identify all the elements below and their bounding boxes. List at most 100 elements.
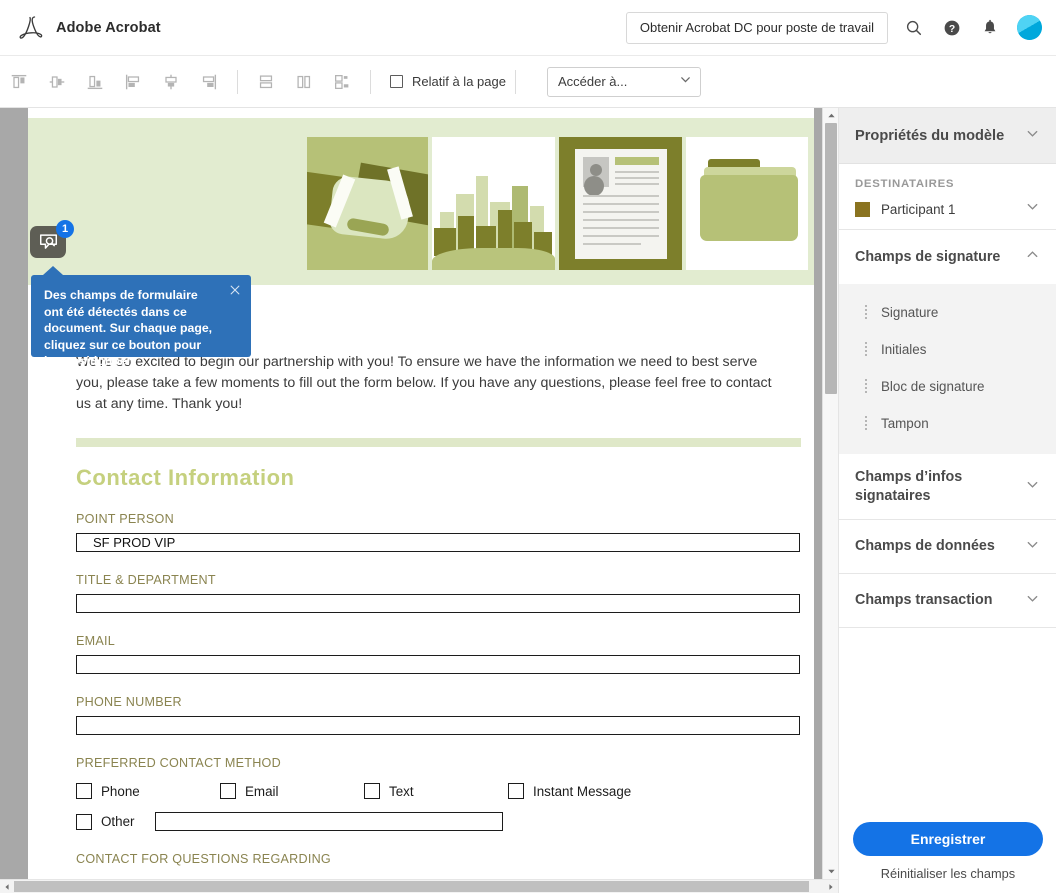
svg-text:?: ? (949, 23, 955, 34)
section-champs-de-donnees[interactable]: Champs de données (839, 520, 1056, 574)
form-fields-callout: Des champs de formulaire ont été détecté… (31, 266, 251, 368)
chevron-down-icon (1025, 199, 1040, 219)
field-input-point-person[interactable]: SF PROD VIP (76, 533, 800, 552)
horizontal-scrollbar-thumb[interactable] (14, 881, 809, 892)
list-item-tampon[interactable]: Tampon (839, 405, 1056, 442)
checkbox-box-icon (508, 783, 524, 799)
page-content: Welcome! We're so excited to begin our p… (76, 304, 801, 893)
scroll-up-icon[interactable] (823, 108, 839, 123)
section-title: Champs de signature (855, 248, 1001, 265)
alignment-toolbar: Relatif à la page Accéder à... (0, 56, 1056, 108)
contact-information-heading: Contact Information (76, 465, 295, 490)
align-top-icon[interactable] (0, 65, 38, 99)
drag-handle-icon[interactable] (865, 342, 867, 357)
section-title: Champs d’infos signataires (855, 468, 963, 504)
recipients-label: DESTINATAIRES (855, 178, 955, 190)
scroll-left-icon[interactable] (0, 880, 14, 893)
acrobat-app-window: Adobe Acrobat Obtenir Acrobat DC pour po… (0, 0, 1056, 893)
section-divider (76, 438, 801, 447)
checkbox-label: Instant Message (533, 783, 632, 799)
field-label-preferred-contact-method: PREFERRED CONTACT METHOD (76, 756, 281, 770)
checkbox-label: Other (101, 814, 135, 829)
relative-to-page-checkbox[interactable]: Relatif à la page (390, 74, 506, 89)
get-acrobat-dc-button[interactable]: Obtenir Acrobat DC pour poste de travail (625, 11, 888, 44)
list-item-label: Tampon (881, 416, 929, 431)
drag-handle-icon[interactable] (865, 305, 867, 320)
checkbox-phone[interactable]: Phone (76, 783, 220, 799)
app-title: Adobe Acrobat (56, 19, 161, 36)
toolbar-divider-2 (370, 69, 371, 94)
align-right-icon[interactable] (190, 65, 228, 99)
checkbox-label: Phone (101, 783, 140, 799)
align-vertical-center-icon[interactable] (152, 65, 190, 99)
section-champs-dinfos-signataires[interactable]: Champs d’infos signataires (839, 454, 1056, 520)
search-icon[interactable] (902, 16, 926, 40)
chevron-down-icon (1025, 537, 1040, 557)
chevron-down-icon (1025, 126, 1040, 146)
match-size-icon[interactable] (323, 65, 361, 99)
reset-fields-link[interactable]: Réinitialiser les champs (839, 866, 1056, 881)
scroll-right-icon[interactable] (824, 880, 838, 893)
checkbox-label: Email (245, 783, 279, 799)
save-button[interactable]: Enregistrer (853, 822, 1043, 856)
field-label-point-person: POINT PERSON (76, 512, 174, 526)
align-bottom-icon[interactable] (76, 65, 114, 99)
drag-handle-icon[interactable] (865, 416, 867, 431)
template-properties-header[interactable]: Propriétés du modèle (839, 108, 1056, 164)
checkbox-text[interactable]: Text (364, 783, 508, 799)
brand: Adobe Acrobat (18, 14, 161, 42)
checkbox-instant-message[interactable]: Instant Message (508, 783, 631, 799)
distribute-horizontal-icon[interactable] (285, 65, 323, 99)
section-champs-de-signature[interactable]: Champs de signature (839, 230, 1056, 284)
detected-fields-badge: 1 (56, 220, 74, 238)
close-icon[interactable] (228, 283, 242, 297)
list-item-label: Signature (881, 305, 939, 320)
acrobat-logo-icon (18, 14, 44, 42)
header-actions: Obtenir Acrobat DC pour poste de travail… (625, 11, 1042, 44)
list-item-initiales[interactable]: Initiales (839, 331, 1056, 368)
drag-handle-icon[interactable] (865, 379, 867, 394)
checkbox-box-icon (220, 783, 236, 799)
distribute-vertical-icon[interactable] (247, 65, 285, 99)
list-item-bloc-de-signature[interactable]: Bloc de signature (839, 368, 1056, 405)
checkbox-box-icon (364, 783, 380, 799)
callout-message: Des champs de formulaire ont été détecté… (44, 288, 213, 368)
checkbox-square-icon (390, 75, 403, 88)
field-input-email[interactable] (76, 655, 800, 674)
hero-illustrations (307, 137, 809, 270)
document-horizontal-scrollbar[interactable] (0, 879, 838, 893)
align-left-icon[interactable] (114, 65, 152, 99)
field-input-title-department[interactable] (76, 594, 800, 613)
help-icon[interactable]: ? (940, 16, 964, 40)
cityscape-illustration (432, 137, 556, 270)
list-item-label: Initiales (881, 342, 927, 357)
sidebar-footer: Enregistrer Réinitialiser les champs (839, 822, 1056, 881)
field-input-other-contact-method[interactable] (154, 812, 503, 831)
section-title: Champs transaction (855, 592, 993, 608)
chevron-down-icon (1025, 477, 1040, 497)
notification-bell-icon[interactable] (978, 16, 1002, 40)
goto-select-value: Accéder à... (557, 74, 628, 89)
folder-illustration (686, 137, 809, 270)
goto-select[interactable]: Accéder à... (546, 66, 701, 97)
field-input-phone-number[interactable] (76, 716, 800, 735)
vertical-scrollbar-thumb[interactable] (825, 123, 837, 394)
checkbox-box-icon (76, 783, 92, 799)
checkbox-email[interactable]: Email (220, 783, 364, 799)
scroll-down-icon[interactable] (823, 864, 839, 879)
field-label-title-department: TITLE & DEPARTMENT (76, 573, 216, 587)
align-horizontal-center-icon[interactable] (38, 65, 76, 99)
avatar[interactable] (1017, 15, 1042, 40)
section-title: Champs de données (855, 538, 995, 554)
checkbox-box-icon (76, 813, 92, 830)
document-viewport: Welcome! We're so excited to begin our p… (0, 108, 822, 893)
section-champs-transaction[interactable]: Champs transaction (839, 574, 1056, 628)
pdf-page: Welcome! We're so excited to begin our p… (28, 108, 814, 893)
checkbox-other[interactable]: Other (76, 813, 135, 830)
signature-fields-list: Signature Initiales Bloc de signature Ta… (839, 284, 1056, 454)
list-item-signature[interactable]: Signature (839, 294, 1056, 331)
document-vertical-scrollbar[interactable] (822, 108, 838, 879)
recipient-selector[interactable]: Participant 1 (855, 199, 1040, 219)
toolbar-divider-3 (514, 69, 516, 94)
toolbar-divider (237, 69, 238, 94)
